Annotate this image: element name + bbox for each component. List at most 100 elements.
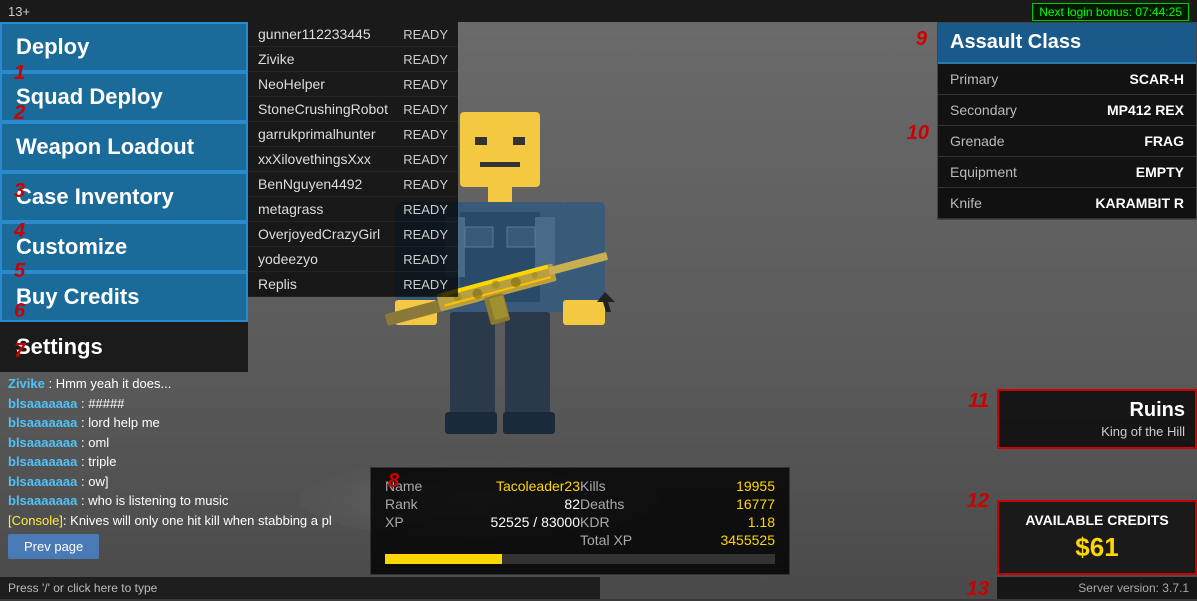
chat-line: Zivike : Hmm yeah it does... bbox=[8, 374, 362, 394]
chat-username: blsaaaaaaa bbox=[8, 435, 77, 450]
loadout-value: MP412 REX bbox=[1107, 102, 1184, 118]
login-bonus: Next login bonus: 07:44:25 bbox=[1032, 3, 1189, 21]
player-status: READY bbox=[403, 202, 448, 217]
loadout-value: KARAMBIT R bbox=[1095, 195, 1184, 211]
map-panel: Ruins King of the Hill bbox=[997, 389, 1197, 449]
player-row: BenNguyen4492 READY bbox=[248, 172, 458, 197]
chat-separator: : bbox=[77, 415, 88, 430]
chat-message: : Knives will only one hit kill when sta… bbox=[63, 513, 332, 528]
chat-line: blsaaaaaaa : ow] bbox=[8, 472, 362, 492]
player-name: garrukprimalhunter bbox=[258, 126, 376, 142]
xp-bar bbox=[385, 554, 775, 564]
player-name: OverjoyedCrazyGirl bbox=[258, 226, 380, 242]
map-name: Ruins bbox=[1009, 399, 1185, 422]
chat-line: [Console]: Knives will only one hit kill… bbox=[8, 511, 362, 531]
player-name: yodeezyo bbox=[258, 251, 318, 267]
player-status: READY bbox=[403, 127, 448, 142]
loadout-row: Secondary MP412 REX bbox=[938, 95, 1196, 126]
chat-username: blsaaaaaaa bbox=[8, 474, 77, 489]
stats-panel: Name Tacoleader23 Kills 19955 Rank 82 De… bbox=[370, 467, 790, 575]
name-label: Name bbox=[385, 478, 483, 494]
player-row: ZivikeREADY bbox=[248, 47, 458, 72]
player-row: gunner112233445READY bbox=[248, 22, 458, 47]
chat-message: lord help me bbox=[88, 415, 160, 430]
player-list: gunner112233445READYZivikeREADYNeoHelper… bbox=[248, 22, 458, 297]
chat-separator: : bbox=[77, 454, 88, 469]
loadout-value: FRAG bbox=[1144, 133, 1184, 149]
credits-amount: $61 bbox=[1009, 532, 1185, 563]
player-status: READY bbox=[403, 177, 448, 192]
player-name: NeoHelper bbox=[258, 76, 325, 92]
kdr-label: KDR bbox=[580, 514, 678, 530]
name-value: Tacoleader23 bbox=[483, 478, 581, 494]
chat-username: blsaaaaaaa bbox=[8, 493, 77, 508]
chat-username: blsaaaaaaa bbox=[8, 454, 77, 469]
sidebar-item-case-inventory[interactable]: Case Inventory bbox=[0, 172, 248, 222]
player-row: xxXilovethingsXxx READY bbox=[248, 147, 458, 172]
player-row: StoneCrushingRobot READY bbox=[248, 97, 458, 122]
chat-username: blsaaaaaaa bbox=[8, 396, 77, 411]
loadout-row: Equipment EMPTY bbox=[938, 157, 1196, 188]
chat-message: Hmm yeah it does... bbox=[56, 376, 172, 391]
chat-message: oml bbox=[88, 435, 109, 450]
sidebar-item-customize[interactable]: Customize bbox=[0, 222, 248, 272]
press-hint[interactable]: Press '/' or click here to type bbox=[0, 577, 600, 599]
rank-label: Rank bbox=[385, 496, 483, 512]
chat-separator: : bbox=[45, 376, 56, 391]
player-name: gunner112233445 bbox=[258, 26, 371, 42]
chat-line: blsaaaaaaa : triple bbox=[8, 452, 362, 472]
deaths-label: Deaths bbox=[580, 496, 678, 512]
player-name: xxXilovethingsXxx bbox=[258, 151, 371, 167]
loadout-label: Secondary bbox=[950, 102, 1017, 118]
player-name: Zivike bbox=[258, 51, 295, 67]
player-status: READY bbox=[403, 227, 448, 242]
player-row: garrukprimalhunter READY bbox=[248, 122, 458, 147]
loadout-row: KnifeKARAMBIT R bbox=[938, 188, 1196, 219]
player-name: StoneCrushingRobot bbox=[258, 101, 388, 117]
player-name: metagrass bbox=[258, 201, 323, 217]
loadout-value: EMPTY bbox=[1136, 164, 1184, 180]
rank-value: 82 bbox=[483, 496, 581, 512]
credits-panel: AVAILABLE CREDITS $61 bbox=[997, 500, 1197, 575]
chat-separator: : bbox=[77, 435, 88, 450]
player-status: READY bbox=[403, 102, 448, 117]
player-name: BenNguyen4492 bbox=[258, 176, 362, 192]
prev-page-button[interactable]: Prev page bbox=[8, 534, 99, 559]
deaths-value: 16777 bbox=[678, 496, 776, 512]
chat-line: blsaaaaaaa : oml bbox=[8, 433, 362, 453]
loadout-label: Primary bbox=[950, 71, 998, 87]
xp-value: 52525 / 83000 bbox=[483, 514, 581, 530]
loadout-label: Equipment bbox=[950, 164, 1017, 180]
chat-username: blsaaaaaaa bbox=[8, 415, 77, 430]
assault-class-rows: PrimarySCAR-HSecondaryMP412 REXGrenadeFR… bbox=[938, 64, 1196, 219]
chat-line: blsaaaaaaa : lord help me bbox=[8, 413, 362, 433]
sidebar-item-weapon-loadout[interactable]: Weapon Loadout bbox=[0, 122, 248, 172]
total-xp-label: Total XP bbox=[580, 532, 678, 548]
player-row: yodeezyo READY bbox=[248, 247, 458, 272]
sidebar-item-deploy[interactable]: Deploy bbox=[0, 22, 248, 72]
chat-area: Zivike : Hmm yeah it does...blsaaaaaaa :… bbox=[0, 370, 370, 563]
player-row: metagrass READY bbox=[248, 197, 458, 222]
top-bar: 13+ Next login bonus: 07:44:25 bbox=[0, 0, 1197, 22]
server-version: Server version: 3.7.1 bbox=[997, 577, 1197, 599]
chat-separator: : bbox=[77, 474, 88, 489]
chat-message: triple bbox=[88, 454, 116, 469]
chat-line: blsaaaaaaa : ##### bbox=[8, 394, 362, 414]
sidebar: DeploySquad DeployWeapon LoadoutCase Inv… bbox=[0, 22, 248, 372]
kdr-value: 1.18 bbox=[678, 514, 776, 530]
main-area: DeploySquad DeployWeapon LoadoutCase Inv… bbox=[0, 22, 1197, 599]
total-xp-value: 3455525 bbox=[678, 532, 776, 548]
age-rating: 13+ bbox=[8, 4, 30, 19]
sidebar-item-buy-credits[interactable]: Buy Credits bbox=[0, 272, 248, 322]
sidebar-item-settings[interactable]: Settings bbox=[0, 322, 248, 372]
chat-message: who is listening to music bbox=[88, 493, 228, 508]
player-status: READY bbox=[403, 152, 448, 167]
player-status: READY bbox=[403, 252, 448, 267]
sidebar-item-squad-deploy[interactable]: Squad Deploy bbox=[0, 72, 248, 122]
chat-message: ow] bbox=[88, 474, 108, 489]
xp-label: XP bbox=[385, 514, 483, 530]
game-mode: King of the Hill bbox=[1009, 424, 1185, 439]
loadout-value: SCAR-H bbox=[1130, 71, 1184, 87]
player-row: NeoHelperREADY bbox=[248, 72, 458, 97]
chat-line: blsaaaaaaa : who is listening to music bbox=[8, 491, 362, 511]
